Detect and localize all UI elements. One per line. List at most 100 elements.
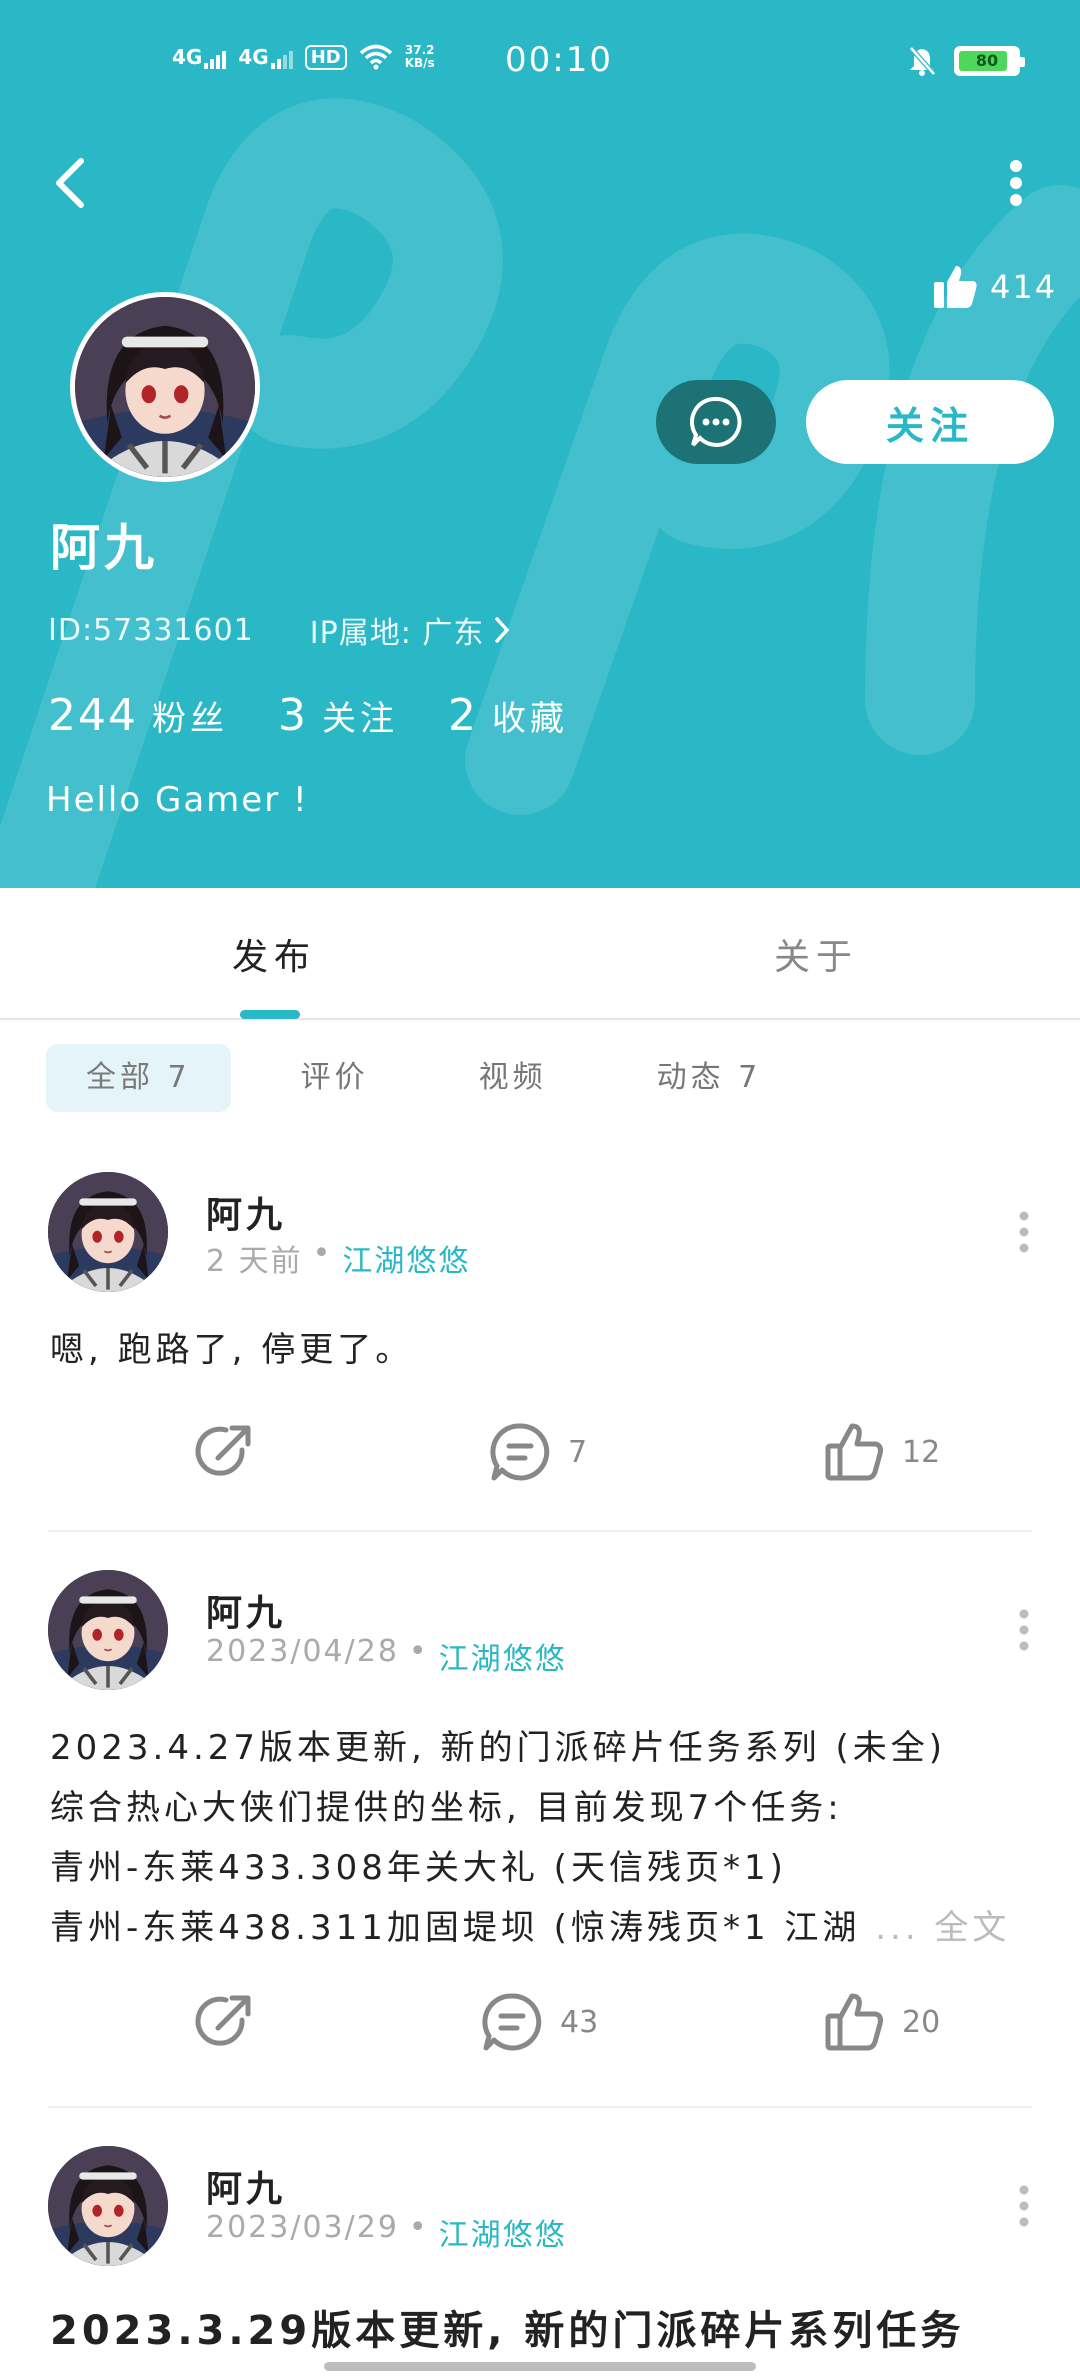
post-meta: 2023/03/29 • 江湖悠悠 — [206, 2210, 567, 2254]
comment-icon — [482, 1993, 542, 2051]
filter-bar: 全部 7 评价 视频 动态 7 — [46, 1044, 801, 1112]
post-divider — [48, 1530, 1032, 1532]
signal-icon: 4G — [172, 45, 227, 69]
back-button[interactable] — [40, 150, 100, 216]
comment-button[interactable]: 7 — [488, 1420, 587, 1484]
stat-followers-label: 粉丝 — [151, 699, 228, 739]
post-more-icon[interactable] — [1004, 2176, 1044, 2236]
post-title[interactable]: 2023.3.29版本更新, 新的门派碎片系列任务 — [50, 2298, 1050, 2356]
post-card[interactable]: 阿九 2023/04/28 • 江湖悠悠 2023.4.27版本更新, 新的门派… — [0, 1570, 1080, 2110]
post-body-line: 嗯, 跑路了, 停更了。 — [50, 1330, 414, 1370]
post-group[interactable]: 江湖悠悠 — [439, 1634, 567, 1678]
post-time: 2023/03/29 — [206, 2210, 399, 2245]
stat-favorites[interactable]: 2 收藏 — [448, 690, 568, 741]
stat-followers-num: 244 — [48, 690, 138, 741]
share-button[interactable] — [192, 1990, 256, 2054]
share-icon — [195, 1425, 251, 1476]
post-meta-separator: • — [408, 2210, 429, 2245]
like-icon — [825, 1993, 883, 2051]
profile-likes: 414 — [930, 262, 1057, 312]
post-more-icon[interactable] — [1004, 1600, 1044, 1660]
post-meta: 2 天前 • 江湖悠悠 — [206, 1236, 470, 1280]
wifi-icon — [359, 44, 392, 70]
post-body-line: 2023.4.27版本更新, 新的门派碎片任务系列 (未全) — [50, 1728, 946, 1768]
share-icon — [195, 1995, 251, 2046]
status-left: 4G 4G HD 37.2 KB/s — [172, 44, 435, 70]
post-more-icon[interactable] — [1004, 1202, 1044, 1262]
stat-following-label: 关注 — [321, 699, 398, 739]
post-body-last-line: 青州-东莱438.311加固堤坝 (惊涛残页*1 江湖 ... 全文 — [50, 1898, 1010, 1958]
stat-favorites-num: 2 — [447, 690, 478, 741]
post-divider — [48, 2106, 1032, 2108]
tab-indicator — [240, 1010, 300, 1019]
more-button[interactable] — [986, 150, 1046, 216]
post-body[interactable]: 2023.4.27版本更新, 新的门派碎片任务系列 (未全) 综合热心大侠们提供… — [50, 1718, 1010, 1958]
comment-count: 7 — [568, 1434, 588, 1470]
post-body-line: 综合热心大侠们提供的坐标, 目前发现7个任务: — [50, 1788, 843, 1828]
profile-tabs: 发布 关于 — [0, 888, 1080, 1020]
back-icon — [56, 158, 84, 208]
post-avatar[interactable] — [48, 1570, 168, 1690]
home-indicator[interactable] — [324, 2362, 756, 2371]
like-button[interactable]: 12 — [822, 1420, 940, 1484]
ip-location-label: IP属地: 广东 — [309, 616, 485, 651]
mute-bell-icon — [909, 46, 936, 76]
profile-stats: 244 粉丝 3 关注 2 收藏 — [48, 690, 568, 741]
thumbs-up-icon — [934, 266, 977, 308]
stat-favorites-label: 收藏 — [491, 699, 568, 739]
post-actions: 43 20 — [0, 1990, 1080, 2070]
share-button[interactable] — [192, 1420, 256, 1484]
network-speed: 37.2 KB/s — [405, 44, 435, 70]
speed-unit: KB/s — [404, 56, 435, 70]
profile-name: 阿九 — [50, 519, 158, 577]
like-count: 20 — [902, 2004, 941, 2040]
post-actions: 7 12 — [0, 1420, 1080, 1500]
post-card[interactable]: 阿九 2023/03/29 • 江湖悠悠 2023.3.29版本更新, 新的门派… — [0, 2146, 1080, 2376]
profile-avatar[interactable] — [70, 292, 260, 482]
like-count: 12 — [902, 1434, 941, 1470]
profile-header: 4G 4G HD 37.2 KB/s 00:10 80 414 关注 阿九 ID… — [0, 0, 1080, 888]
ip-location[interactable]: IP属地: 广东 — [310, 608, 511, 652]
likes-count: 414 — [990, 268, 1058, 306]
signal-1-label: 4G — [172, 45, 203, 69]
status-right: 80 — [908, 46, 1025, 76]
comment-count: 43 — [560, 2004, 599, 2040]
status-time: 00:10 — [505, 40, 613, 80]
read-more-link[interactable]: ... 全文 — [875, 1908, 1010, 1948]
post-group[interactable]: 江湖悠悠 — [439, 2210, 567, 2254]
signal-2-label: 4G — [238, 45, 269, 69]
post-card[interactable]: 阿九 2 天前 • 江湖悠悠 嗯, 跑路了, 停更了。 7 12 — [0, 1172, 1080, 1532]
profile-bio: Hello Gamer ! — [46, 780, 309, 820]
post-group[interactable]: 江湖悠悠 — [342, 1236, 470, 1280]
post-time: 2 天前 — [206, 1244, 303, 1279]
filter-all[interactable]: 全部 7 — [46, 1044, 231, 1112]
tab-about[interactable]: 关于 — [774, 928, 858, 980]
message-button[interactable] — [656, 380, 776, 464]
like-button[interactable]: 20 — [822, 1990, 940, 2054]
post-body-line: 青州-东莱438.311加固堤坝 (惊涛残页*1 江湖 — [50, 1908, 861, 1948]
hd-icon: HD — [304, 44, 347, 70]
filter-videos[interactable]: 视频 — [439, 1044, 587, 1112]
battery-icon: 80 — [954, 46, 1025, 76]
stat-followers[interactable]: 244 粉丝 — [48, 690, 228, 741]
post-author[interactable]: 阿九 — [206, 2160, 286, 2212]
user-id: ID:57331601 — [48, 612, 254, 648]
chevron-right-icon — [495, 617, 510, 643]
filter-reviews[interactable]: 评价 — [261, 1044, 409, 1112]
post-avatar[interactable] — [48, 1172, 168, 1292]
filter-moments[interactable]: 动态 7 — [617, 1044, 802, 1112]
post-author[interactable]: 阿九 — [206, 1584, 286, 1636]
tab-posts[interactable]: 发布 — [232, 928, 316, 980]
follow-button[interactable]: 关注 — [806, 380, 1054, 464]
id-line: ID:57331601 IP属地: 广东 — [48, 608, 510, 652]
post-time: 2023/04/28 — [206, 1634, 399, 1669]
post-meta: 2023/04/28 • 江湖悠悠 — [206, 1634, 567, 1678]
status-bar: 4G 4G HD 37.2 KB/s 00:10 80 — [0, 36, 1080, 92]
post-body[interactable]: 嗯, 跑路了, 停更了。 — [50, 1320, 1010, 1380]
comment-button[interactable]: 43 — [480, 1990, 598, 2054]
post-body-line: 青州-东莱433.308年关大礼 (天信残页*1) — [50, 1848, 787, 1888]
post-author[interactable]: 阿九 — [206, 1186, 286, 1238]
comment-icon — [490, 1423, 550, 1481]
post-avatar[interactable] — [48, 2146, 168, 2266]
stat-following[interactable]: 3 关注 — [278, 690, 398, 741]
